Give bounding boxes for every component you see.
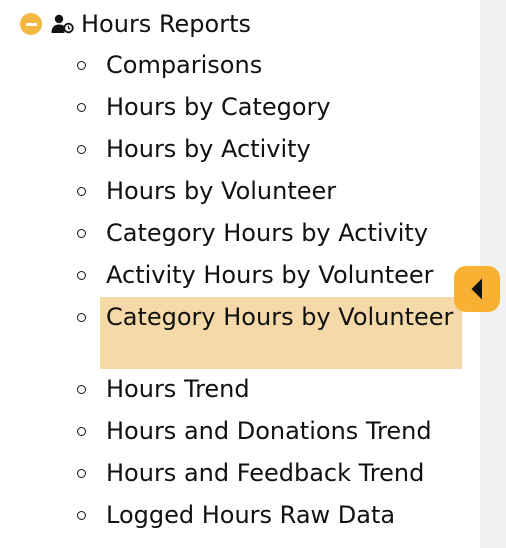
bullet-icon (77, 313, 86, 322)
bullet-icon (77, 103, 86, 112)
list-item: Hours and Donations Trend (0, 411, 480, 453)
report-link-comparisons[interactable]: Comparisons (100, 47, 462, 83)
bullet-icon (77, 511, 86, 520)
minus-glyph (25, 22, 37, 26)
report-link-category-hours-by-activity[interactable]: Category Hours by Activity (100, 215, 462, 251)
bullet-icon (77, 187, 86, 196)
report-link-logged-hours-raw-data[interactable]: Logged Hours Raw Data (100, 497, 462, 533)
caret-left-icon (471, 278, 482, 300)
collapse-sidebar-button[interactable] (454, 266, 500, 312)
report-link-category-hours-by-volunteer[interactable]: Category Hours by Volunteer (100, 297, 462, 369)
list-item: Category Hours by Volunteer (0, 297, 480, 369)
list-item: Hours Trend (0, 369, 480, 411)
reports-panel: Hours Reports Comparisons Hours by Categ… (0, 0, 480, 548)
bullet-icon (77, 229, 86, 238)
list-item: Category Hours by Activity (0, 213, 480, 255)
report-link-hours-and-donations-trend[interactable]: Hours and Donations Trend (100, 413, 462, 449)
list-item: Comparisons (0, 45, 480, 87)
user-clock-icon (51, 14, 75, 34)
bullet-icon (77, 385, 86, 394)
list-item: Hours by Activity (0, 129, 480, 171)
list-item: Hours and Feedback Trend (0, 453, 480, 495)
report-link-hours-by-volunteer[interactable]: Hours by Volunteer (100, 173, 462, 209)
bullet-icon (77, 61, 86, 70)
report-link-hours-by-activity[interactable]: Hours by Activity (100, 131, 462, 167)
report-link-activity-hours-by-volunteer[interactable]: Activity Hours by Volunteer (100, 257, 462, 293)
minus-circle-icon[interactable] (20, 13, 42, 35)
section-header: Hours Reports (20, 8, 251, 40)
list-item: Hours by Category (0, 87, 480, 129)
report-link-hours-trend[interactable]: Hours Trend (100, 371, 462, 407)
list-item: Logged Hours Raw Data (0, 495, 480, 537)
report-link-hours-by-category[interactable]: Hours by Category (100, 89, 462, 125)
report-link-hours-and-feedback-trend[interactable]: Hours and Feedback Trend (100, 455, 462, 491)
bullet-icon (77, 271, 86, 280)
bullet-icon (77, 469, 86, 478)
list-item: Hours by Volunteer (0, 171, 480, 213)
bullet-icon (77, 427, 86, 436)
list-item: Activity Hours by Volunteer (0, 255, 480, 297)
bullet-icon (77, 145, 86, 154)
section-title: Hours Reports (81, 10, 252, 38)
report-list: Comparisons Hours by Category Hours by A… (0, 45, 480, 537)
